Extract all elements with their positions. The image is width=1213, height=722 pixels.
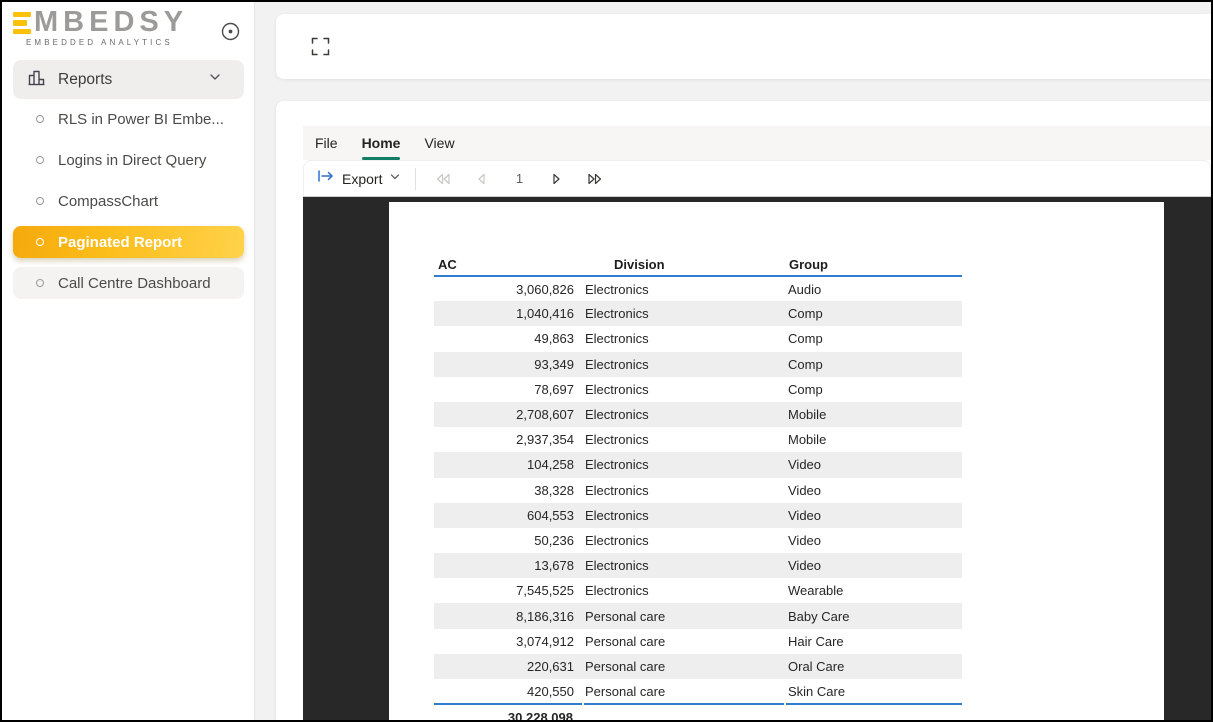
report-list: RLS in Power BI Embe... Logins in Direct… (13, 103, 244, 299)
col-header-group: Group (785, 254, 962, 276)
sidebar-report-item[interactable]: Logins in Direct Query (13, 144, 244, 176)
brand-e-icon (13, 12, 31, 34)
next-page-icon[interactable] (538, 173, 576, 185)
sidebar-report-item[interactable]: CompassChart (13, 185, 244, 217)
table-row: 420,550 Personal care Skin Care (434, 679, 962, 704)
table-row: 78,697 Electronics Comp (434, 377, 962, 402)
top-toolbar-card (276, 14, 1211, 79)
export-button[interactable]: Export (317, 168, 401, 189)
table-row: 7,545,525 Electronics Wearable (434, 578, 962, 603)
table-header-row: AC Division Group (434, 254, 962, 276)
table-row: 604,553 Electronics Video (434, 503, 962, 528)
radio-bullet-icon (36, 238, 44, 246)
radio-bullet-icon (36, 156, 44, 164)
radio-bullet-icon (36, 279, 44, 287)
ribbon-tab[interactable]: File (303, 126, 350, 160)
report-viewer-card: File Home View Export (276, 101, 1211, 722)
app-window: MBEDSY EMBEDDED ANALYTICS Reports RLS in… (0, 0, 1213, 722)
ribbon-toolbar: Export 1 (303, 160, 1211, 196)
chevron-down-icon (389, 170, 401, 188)
ribbon-tabbar: File Home View (303, 126, 1211, 160)
table-row: 1,040,416 Electronics Comp (434, 301, 962, 326)
total-value: 30,228,098 (434, 704, 583, 722)
table-row: 3,060,826 Electronics Audio (434, 276, 962, 301)
report-page: AC Division Group 3,060,826 Electronics … (389, 202, 1164, 722)
report-canvas: AC Division Group 3,060,826 Electronics … (303, 196, 1211, 722)
sidebar-report-item[interactable]: RLS in Power BI Embe... (13, 103, 244, 135)
table-row: 3,074,912 Personal care Hair Care (434, 629, 962, 654)
bar-chart-icon (26, 67, 47, 93)
table-row: 93,349 Electronics Comp (434, 352, 962, 377)
export-label: Export (342, 171, 382, 187)
report-table: AC Division Group 3,060,826 Electronics … (434, 254, 962, 722)
circle-dot-icon[interactable] (221, 22, 240, 41)
ribbon-tab[interactable]: Home (350, 126, 413, 160)
fullscreen-icon[interactable] (311, 37, 330, 56)
table-row: 50,236 Electronics Video (434, 528, 962, 553)
chevron-down-icon (208, 70, 222, 89)
table-row: 8,186,316 Personal care Baby Care (434, 603, 962, 628)
paginated-report-embed: File Home View Export (303, 126, 1211, 722)
table-row: 38,328 Electronics Video (434, 478, 962, 503)
export-icon (317, 168, 335, 189)
page-navigation: 1 (424, 171, 614, 186)
sidebar-report-item[interactable]: Call Centre Dashboard (13, 267, 244, 299)
table-row: 13,678 Electronics Video (434, 553, 962, 578)
last-page-icon[interactable] (576, 173, 614, 185)
col-header-division: Division (583, 254, 785, 276)
previous-page-icon[interactable] (462, 173, 500, 185)
table-row: 49,863 Electronics Comp (434, 326, 962, 351)
radio-bullet-icon (36, 115, 44, 123)
table-row: 220,631 Personal care Oral Care (434, 654, 962, 679)
radio-bullet-icon (36, 197, 44, 205)
reports-section-label: Reports (58, 71, 112, 89)
sidebar: MBEDSY EMBEDDED ANALYTICS Reports RLS in… (2, 2, 255, 720)
brand-name: MBEDSY (34, 10, 188, 34)
reports-section-header[interactable]: Reports (13, 60, 244, 99)
current-page-number[interactable]: 1 (500, 171, 538, 186)
toolbar-divider (415, 168, 416, 190)
sidebar-report-item[interactable]: Paginated Report (13, 226, 244, 258)
brand-subtitle: EMBEDDED ANALYTICS (26, 38, 254, 47)
col-header-ac: AC (434, 254, 583, 276)
brand-logo: MBEDSY (2, 2, 254, 34)
first-page-icon[interactable] (424, 173, 462, 185)
table-row: 2,937,354 Electronics Mobile (434, 427, 962, 452)
ribbon-tab[interactable]: View (412, 126, 466, 160)
table-row: 2,708,607 Electronics Mobile (434, 402, 962, 427)
table-total-row: 30,228,098 (434, 704, 962, 722)
table-row: 104,258 Electronics Video (434, 452, 962, 477)
